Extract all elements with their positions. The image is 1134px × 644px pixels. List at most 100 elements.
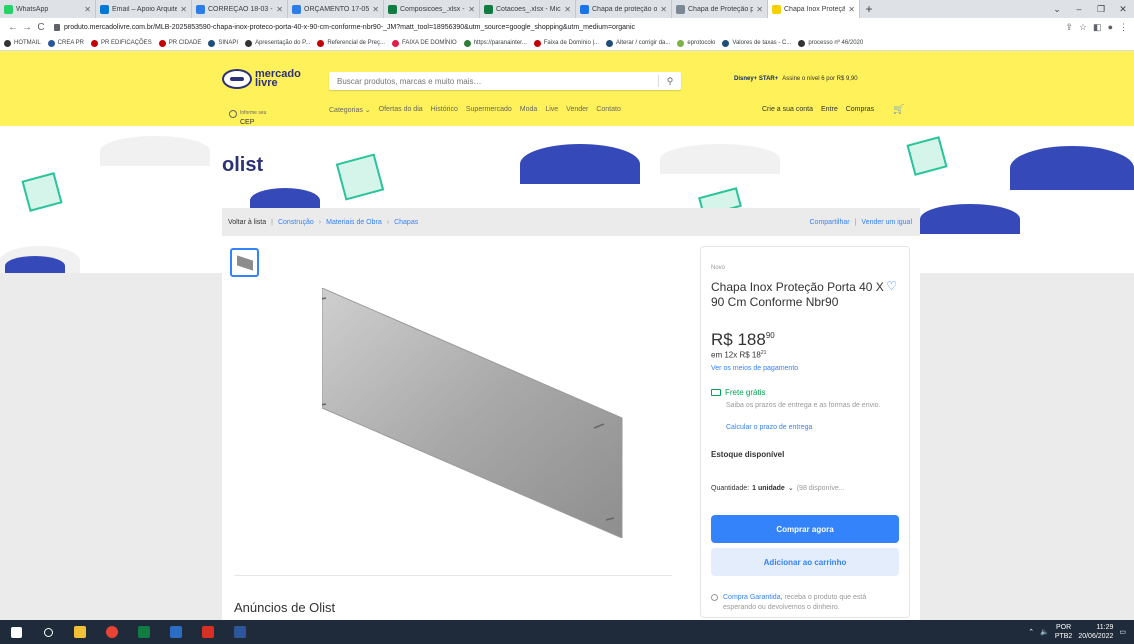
windows-start-icon[interactable] [0, 620, 32, 644]
chrome-icon[interactable] [96, 620, 128, 644]
browser-tab[interactable]: Chapa de Proteção pa ✕ [672, 0, 768, 18]
nav-category-link[interactable]: Ofertas do dia [379, 106, 423, 114]
account-link[interactable]: Entre [821, 106, 838, 113]
bookmark-item[interactable]: CREA PR [47, 39, 84, 47]
tab-close-icon[interactable]: ✕ [564, 5, 571, 14]
browser-tab[interactable]: CORREÇÃO 18-03 - C ✕ [192, 0, 288, 18]
bookmark-item[interactable]: PR CIDADE [158, 39, 201, 47]
cart-icon[interactable]: 🛒 [893, 104, 904, 115]
bookmark-item[interactable]: https://paranainter... [463, 39, 527, 47]
tab-close-icon[interactable]: ✕ [180, 5, 187, 14]
browser-tab[interactable]: Chapa Inox Proteção ✕ [768, 0, 860, 18]
guarantee-link[interactable]: Compra Garantida, [723, 594, 783, 601]
calculate-shipping-link[interactable]: Calcular o prazo de entrega [726, 424, 812, 431]
browser-tab[interactable]: Composicoes_.xlsx - M ✕ [384, 0, 480, 18]
tab-close-icon[interactable]: ✕ [468, 5, 475, 14]
word-icon[interactable] [224, 620, 256, 644]
bookmark-item[interactable]: eprotocolo [677, 39, 715, 47]
breadcrumb: Voltar à lista | Construção › Materiais … [222, 208, 920, 236]
tab-close-icon[interactable]: ✕ [756, 5, 763, 14]
system-tray-chevron-icon[interactable]: ⌃ [1028, 628, 1034, 636]
search-input[interactable] [337, 76, 658, 86]
product-image[interactable] [322, 288, 632, 538]
cep-selector[interactable]: Informe seu CEP [229, 101, 266, 126]
clock[interactable]: 11:29 20/06/2022 [1078, 623, 1113, 641]
menu-dots-icon[interactable]: ⋮ [1119, 22, 1128, 33]
share-link[interactable]: Compartilhar [810, 219, 850, 226]
tab-close-icon[interactable]: ✕ [84, 5, 91, 14]
bookmark-favicon-icon [245, 39, 253, 47]
bookmark-item[interactable]: Valores de taxas - C... [722, 39, 791, 47]
quantity-selector[interactable]: Quantidade: 1 unidade ⌄ (98 disponíve... [711, 484, 845, 493]
nav-category-link[interactable]: Vender [566, 106, 588, 114]
browser-tab[interactable]: Cotacoes_.xlsx - Micr ✕ [480, 0, 576, 18]
breadcrumb-item[interactable]: Chapas [394, 219, 418, 226]
browser-tab[interactable]: Email – Apoio Arquite ✕ [96, 0, 192, 18]
bookmark-item[interactable]: Faixa de Domínio |... [533, 39, 599, 47]
olist-logo: olist [222, 154, 264, 176]
maximize-icon[interactable]: ❐ [1090, 4, 1112, 15]
url-field[interactable]: produto.mercadolivre.com.br/MLB-20258535… [54, 23, 636, 31]
breadcrumb-item[interactable]: Materiais de Obra [326, 219, 382, 226]
bookmark-item[interactable]: FAIXA DE DOMÍNIO [392, 39, 457, 47]
nav-category-link[interactable]: Supermercado [466, 106, 512, 114]
bookmark-item[interactable]: SINAPI [208, 39, 238, 47]
acrobat-icon[interactable] [192, 620, 224, 644]
nav-category-link[interactable]: Live [545, 106, 558, 114]
back-arrow-icon[interactable]: ← [6, 22, 20, 33]
excel-icon[interactable] [128, 620, 160, 644]
r-app-icon[interactable] [160, 620, 192, 644]
back-to-list-link[interactable]: Voltar à lista [228, 219, 266, 226]
cube-illustration [906, 136, 948, 176]
tab-close-icon[interactable]: ✕ [372, 5, 379, 14]
minimize-icon[interactable]: – [1068, 4, 1090, 14]
breadcrumb-item[interactable]: Construção [278, 219, 314, 226]
new-tab-button[interactable]: + [860, 2, 878, 16]
logo-line2: livre [255, 77, 278, 89]
forward-arrow-icon[interactable]: → [20, 22, 34, 33]
nav-category-link[interactable]: Contato [596, 106, 621, 114]
mercadolivre-logo[interactable]: mercado livre [222, 69, 301, 89]
bookmark-item[interactable]: Alterar / corrigir da... [606, 39, 670, 47]
add-to-cart-button[interactable]: Adicionar ao carrinho [711, 548, 899, 576]
bookmark-item[interactable]: Referencial de Preç... [317, 39, 385, 47]
tab-search-icon[interactable]: ⌄ [1046, 4, 1068, 15]
bookmark-item[interactable]: PR EDIFICAÇÕES [91, 39, 152, 47]
browser-tab[interactable]: Chapa de proteção ou ✕ [576, 0, 672, 18]
product-thumbnail[interactable] [230, 248, 259, 277]
browser-tab[interactable]: ORÇAMENTO 17-05-2 ✕ [288, 0, 384, 18]
reload-icon[interactable]: C [34, 22, 48, 33]
account-link[interactable]: Compras [846, 106, 874, 113]
sell-similar-link[interactable]: Vender um igual [861, 219, 912, 226]
volume-icon[interactable]: 🔈 [1040, 628, 1049, 636]
bookmark-label: processo nº 46/2020 [808, 40, 864, 46]
payment-methods-link[interactable]: Ver os meios de pagamento [711, 365, 798, 372]
url-text: produto.mercadolivre.com.br/MLB-20258535… [64, 23, 636, 31]
profile-avatar-icon[interactable]: ● [1108, 22, 1113, 32]
promo-banner[interactable]: Disney+ STAR+ Assine o nível 6 por R$ 9,… [734, 76, 858, 82]
file-explorer-icon[interactable] [64, 620, 96, 644]
share-icon[interactable]: ⇪ [1065, 22, 1073, 33]
bookmark-star-icon[interactable]: ☆ [1079, 22, 1087, 33]
bookmark-item[interactable]: HOTMAIL [4, 39, 41, 47]
favorite-heart-icon[interactable]: ♡ [886, 279, 897, 293]
search-icon[interactable]: ⚲ [659, 76, 681, 87]
notification-icon[interactable]: ▭ [1119, 628, 1126, 636]
bookmark-favicon-icon [91, 39, 99, 47]
tab-close-icon[interactable]: ✕ [276, 5, 283, 14]
sidebar-icon[interactable]: ◧ [1093, 22, 1102, 33]
nav-category-link[interactable]: Histórico [431, 106, 458, 114]
nav-category-link[interactable]: Categorias ⌄ [329, 106, 371, 114]
buy-now-button[interactable]: Comprar agora [711, 515, 899, 543]
keyboard-language[interactable]: POR PTB2 [1055, 623, 1073, 641]
account-link[interactable]: Crie a sua conta [762, 106, 813, 113]
search-taskbar-icon[interactable] [32, 620, 64, 644]
close-window-icon[interactable]: ✕ [1112, 4, 1134, 15]
bookmark-item[interactable]: processo nº 46/2020 [798, 39, 864, 47]
tab-close-icon[interactable]: ✕ [660, 5, 667, 14]
browser-tab[interactable]: WhatsApp ✕ [0, 0, 96, 18]
bookmark-item[interactable]: Apresentação do P... [245, 39, 310, 47]
bookmark-favicon-icon [722, 39, 730, 47]
nav-category-link[interactable]: Moda [520, 106, 538, 114]
tab-close-icon[interactable]: ✕ [848, 5, 855, 14]
